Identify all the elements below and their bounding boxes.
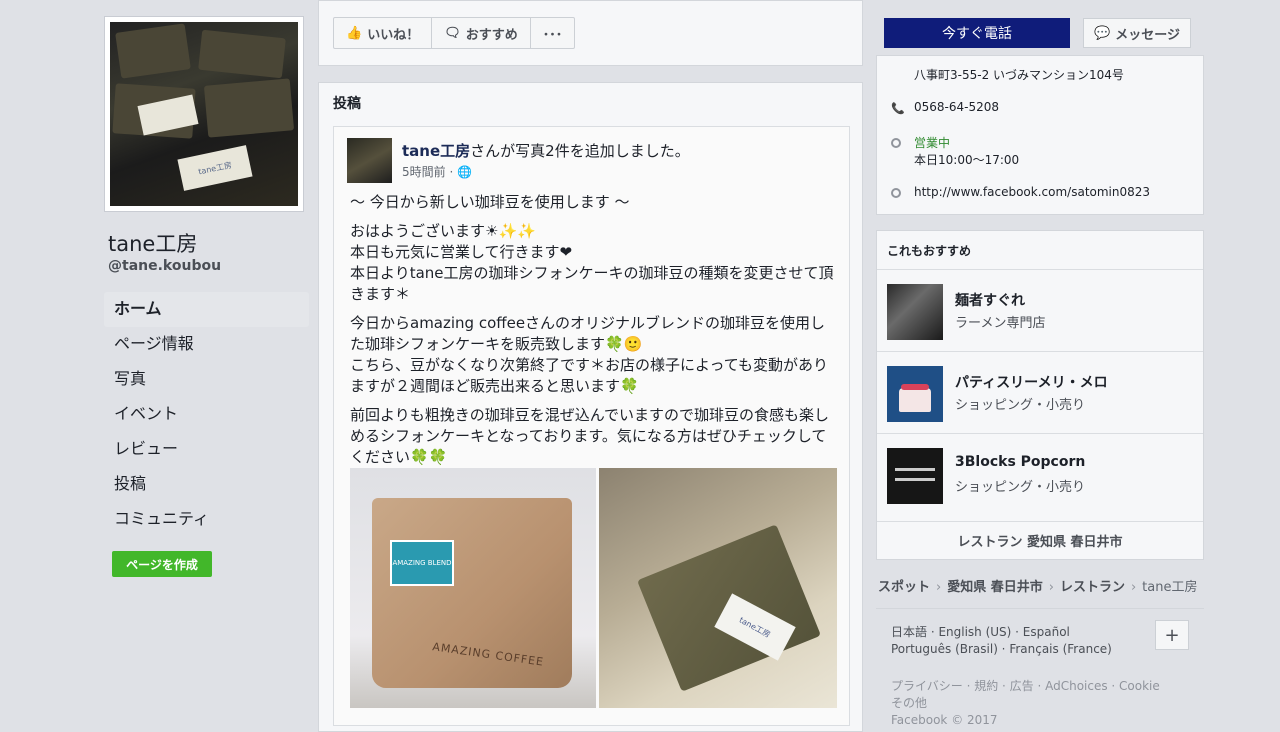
post-action-text: さんが写真2件を追加しました。 — [470, 142, 690, 160]
recommendations-card: これもおすすめ 麺者すぐれ ラーメン専門店 パティスリーメリ・メロ ショッピング… — [876, 230, 1204, 560]
open-status: 営業中 — [914, 136, 951, 150]
footer-copyright: Facebook © 2017 — [891, 713, 998, 727]
recommendation-thumbnail — [887, 448, 943, 504]
recommend-icon: 🗨 — [444, 25, 461, 41]
sidebar-item-home[interactable]: ホーム — [104, 292, 309, 327]
recommendation-item[interactable]: 麺者すぐれ ラーメン専門店 — [877, 269, 1203, 352]
sidebar-item-photos[interactable]: 写真 — [104, 362, 309, 397]
recommend-label: おすすめ — [465, 27, 518, 43]
post-time-text: 5時間前 · — [402, 165, 458, 179]
recommendation-thumbnail — [887, 284, 943, 340]
messenger-icon: 💬 — [1094, 25, 1111, 41]
phone-text: 0568-64-5208 — [914, 100, 1000, 114]
page-title: tane工房 — [108, 232, 198, 256]
post-header: tane工房さんが写真2件を追加しました。 — [402, 140, 690, 161]
post-avatar[interactable] — [347, 138, 392, 183]
chevron-right-icon: › — [1048, 580, 1054, 595]
breadcrumb-item[interactable]: スポット — [878, 580, 930, 595]
cover-tag: tane工房 — [177, 145, 253, 191]
post-body: ～ 今日から新しい珈琲豆を使用します ～ おはようございます☀✨✨ 本日も元気に… — [350, 192, 840, 476]
recommendations-footer-link[interactable]: レストラン 愛知県 春日井市 — [877, 521, 1203, 550]
language-links: 日本語 · English (US) · Español Português (… — [891, 624, 1151, 658]
globe-icon — [891, 188, 901, 198]
more-button[interactable]: ･･･ — [531, 18, 575, 48]
recommendation-item[interactable]: 3Blocks Popcorn ショッピング・小売り — [877, 433, 1203, 516]
post-paragraph: 前回よりも粗挽きの珈琲豆を混ぜ込んでいますので珈琲豆の食感も楽しめるシフォンケー… — [350, 406, 829, 466]
sidebar-item-events[interactable]: イベント — [104, 397, 309, 432]
sidebar-item-posts[interactable]: 投稿 — [104, 467, 309, 502]
cover-image: tane工房 — [110, 22, 298, 206]
chevron-right-icon: › — [936, 580, 942, 595]
posts-section-title: 投稿 — [333, 96, 361, 112]
language-line[interactable]: 日本語 · English (US) · Español — [891, 624, 1151, 641]
recommendation-item[interactable]: パティスリーメリ・メロ ショッピング・小売り — [877, 351, 1203, 434]
footer-link-row[interactable]: プライバシー · 規約 · 広告 · AdChoices · Cookie — [891, 678, 1191, 695]
recommendation-name: 麺者すぐれ — [955, 293, 1025, 309]
opening-hours: 本日10:00～17:00 — [914, 153, 1020, 167]
like-label: いいね！ — [367, 27, 420, 43]
footer-links: プライバシー · 規約 · 広告 · AdChoices · Cookie その… — [891, 678, 1191, 729]
post-author-link[interactable]: tane工房 — [402, 142, 470, 160]
sidebar-item-reviews[interactable]: レビュー — [104, 432, 309, 467]
recommendation-category: ショッピング・小売り — [955, 398, 1086, 413]
recommendation-category: ショッピング・小売り — [955, 480, 1086, 495]
add-language-button[interactable]: + — [1155, 620, 1189, 650]
recommendations-title: これもおすすめ — [887, 244, 972, 258]
thumbs-up-icon: 👍 — [346, 25, 363, 41]
call-now-button[interactable]: 今すぐ電話 — [884, 18, 1070, 48]
breadcrumb: スポット › 愛知県 春日井市 › レストラン › tane工房 — [878, 576, 1197, 595]
recommendation-category: ラーメン専門店 — [955, 316, 1046, 331]
address-text: 八事町3-55-2 いづみマンション104号 — [914, 68, 1124, 82]
like-button[interactable]: 👍 いいね！ — [334, 18, 433, 48]
language-line[interactable]: Português (Brasil) · Français (France) — [891, 641, 1151, 658]
recommendation-thumbnail — [887, 366, 943, 422]
coffee-bag: AMAZING BLEND AMAZING COFFEE — [372, 498, 572, 688]
footer-more[interactable]: その他 — [891, 695, 1191, 712]
cover-photo[interactable]: tane工房 — [104, 16, 304, 212]
phone-icon: 📞 — [891, 102, 905, 115]
post-paragraph: 今日からamazing coffeeさんのオリジナルブレンドの珈琲豆を使用した珈… — [350, 314, 829, 395]
post-photo-chiffon-cake[interactable]: tane工房 — [599, 468, 837, 708]
page-handle[interactable]: @tane.koubou — [108, 258, 221, 274]
post-timestamp[interactable]: 5時間前 · 🌐 — [402, 163, 472, 180]
post-paragraph: おはようございます☀✨✨ 本日も元気に営業して行きます❤ 本日よりtane工房の… — [350, 222, 834, 303]
sidebar-item-about[interactable]: ページ情報 — [104, 327, 309, 362]
recommend-button[interactable]: 🗨 おすすめ — [432, 18, 531, 48]
globe-icon: 🌐 — [457, 165, 473, 179]
action-bar: 👍 いいね！ 🗨 おすすめ ･･･ — [318, 0, 863, 66]
post-paragraph: ～ 今日から新しい珈琲豆を使用します ～ — [350, 193, 630, 211]
bag-print-text: AMAZING COFFEE — [431, 640, 545, 669]
sidebar-nav: ホーム ページ情報 写真 イベント レビュー 投稿 コミュニティ — [104, 292, 309, 537]
sidebar-item-community[interactable]: コミュニティ — [104, 502, 309, 537]
post-photo-coffee-bag[interactable]: AMAZING BLEND AMAZING COFFEE — [350, 468, 596, 708]
chevron-right-icon: › — [1130, 580, 1137, 595]
blend-label: AMAZING BLEND — [390, 540, 454, 586]
breadcrumb-item[interactable]: tane工房 — [1142, 580, 1197, 595]
action-button-group: 👍 いいね！ 🗨 おすすめ ･･･ — [333, 17, 576, 49]
breadcrumb-item[interactable]: 愛知県 春日井市 — [947, 580, 1043, 595]
recommendation-name: 3Blocks Popcorn — [955, 454, 1086, 470]
message-label: メッセージ — [1115, 27, 1180, 43]
recommendation-name: パティスリーメリ・メロ — [955, 375, 1108, 391]
clock-icon — [891, 138, 901, 148]
breadcrumb-item[interactable]: レストラン — [1060, 580, 1125, 595]
message-button[interactable]: 💬 メッセージ — [1083, 18, 1191, 48]
website-link[interactable]: http://www.facebook.com/satomin0823 — [914, 185, 1150, 199]
create-page-button[interactable]: ページを作成 — [112, 551, 212, 577]
